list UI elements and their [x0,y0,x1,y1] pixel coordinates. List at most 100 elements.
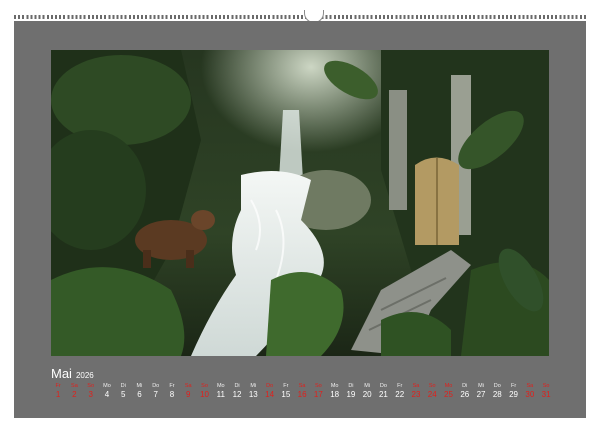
day-cell: Di 26 [457,382,473,400]
day-number: 25 [444,390,453,399]
day-cell: So 31 [538,382,554,400]
weekday-label: So [201,383,208,389]
day-number: 16 [297,390,307,399]
day-cell: Mi 6 [131,382,147,400]
day-cell: Fr 29 [505,382,521,400]
month-header: Mai 2026 [51,366,94,382]
weekday-label: Di [462,383,468,389]
day-cell: Sa 2 [66,382,82,400]
day-number: 27 [476,390,486,399]
day-number: 17 [313,390,323,399]
day-number: 29 [509,390,519,399]
day-number: 26 [460,390,470,399]
day-cell: Mi 20 [359,382,375,400]
weekday-label: So [315,383,322,389]
day-cell: Fr 15 [278,382,294,400]
day-cell: Di 5 [115,382,131,400]
weekday-label: Sa [298,383,306,389]
month-name: Mai [51,366,72,381]
day-cell: Mo 18 [327,382,343,400]
binding-loops [14,15,586,19]
weekday-label: Fr [510,383,517,389]
weekday-label: Mo [103,383,111,389]
weekday-label: Mo [330,383,339,389]
weekday-label: Do [379,383,387,389]
day-cell: So 10 [196,382,212,400]
day-cell: Fr 1 [50,382,66,400]
weekday-label: Sa [184,383,192,389]
day-number: 13 [248,390,258,399]
weekday-label: Mo [444,383,453,389]
day-cell: Mo 11 [213,382,229,400]
day-number: 8 [169,390,175,399]
spiral-binding [14,10,586,23]
day-cell: Do 7 [148,382,164,400]
weekday-label: Fr [283,383,289,389]
weekday-label: Do [266,383,274,389]
weekday-label: Do [152,383,160,389]
day-number: 15 [281,390,291,399]
weekday-label: Mi [478,383,484,389]
day-number: 14 [265,390,275,399]
weekday-label: Mo [216,383,225,389]
day-number: 12 [232,390,242,399]
weekday-label: Sa [412,383,420,389]
day-cell: So 24 [424,382,440,400]
day-number: 4 [104,390,110,399]
day-number: 21 [378,390,388,399]
weekday-label: Mi [136,383,143,389]
weekday-label: So [87,383,95,389]
calendar-page: Mai 2026 Fr 1 Sa 2 So 3 Mo 4 Di 5 Mi 6 Do 7 Fr 8 Sa 9 So 10… [14,21,586,418]
day-number: 7 [153,390,158,399]
day-cell: Sa 16 [294,382,310,400]
day-cell: So 3 [83,382,99,400]
day-number: 11 [216,390,225,399]
weekday-label: Do [493,383,501,389]
day-cell: Mo 25 [440,382,456,400]
day-cell: Sa 9 [180,382,196,400]
day-number: 31 [541,390,551,399]
weekday-label: Di [120,383,126,389]
day-number: 28 [492,390,502,399]
day-number: 18 [330,390,340,399]
day-number: 6 [137,390,142,399]
day-strip: Fr 1 Sa 2 So 3 Mo 4 Di 5 Mi 6 Do 7 Fr 8 Sa 9 So 10 Mo 11 Di 12 M… [50,382,554,400]
day-cell: Di 12 [229,382,245,400]
day-cell: Mo 4 [99,382,115,400]
day-number: 22 [395,390,405,399]
day-number: 30 [525,390,535,399]
day-cell: Di 19 [343,382,359,400]
day-cell: Fr 8 [164,382,180,400]
day-number: 5 [120,390,126,399]
weekday-label: Sa [71,383,78,389]
day-number: 2 [72,390,77,399]
weekday-label: Mi [364,383,371,389]
day-number: 9 [186,390,191,399]
day-cell: So 17 [310,382,326,400]
day-number: 1 [55,390,61,399]
day-cell: Mi 13 [245,382,261,400]
calendar-photo [51,50,549,356]
day-cell: Mi 27 [473,382,489,400]
weekday-label: Mi [250,383,257,389]
weekday-label: Di [348,383,354,389]
day-number: 19 [346,390,356,399]
day-cell: Fr 22 [392,382,408,400]
day-cell: Do 14 [261,382,277,400]
month-year: 2026 [75,371,94,380]
day-cell: Do 28 [489,382,505,400]
day-number: 23 [411,390,421,399]
day-number: 20 [362,390,372,399]
weekday-label: Fr [169,383,175,389]
day-number: 10 [200,390,209,399]
weekday-label: Sa [526,383,534,389]
weekday-label: Fr [55,383,61,389]
day-cell: Do 21 [375,382,391,400]
forest-waterfall-image [51,50,549,356]
weekday-label: Di [234,383,240,389]
weekday-label: So [542,383,550,389]
day-number: 3 [88,390,93,399]
day-cell: Sa 23 [408,382,424,400]
day-cell: Sa 30 [522,382,538,400]
day-number: 24 [427,390,437,399]
